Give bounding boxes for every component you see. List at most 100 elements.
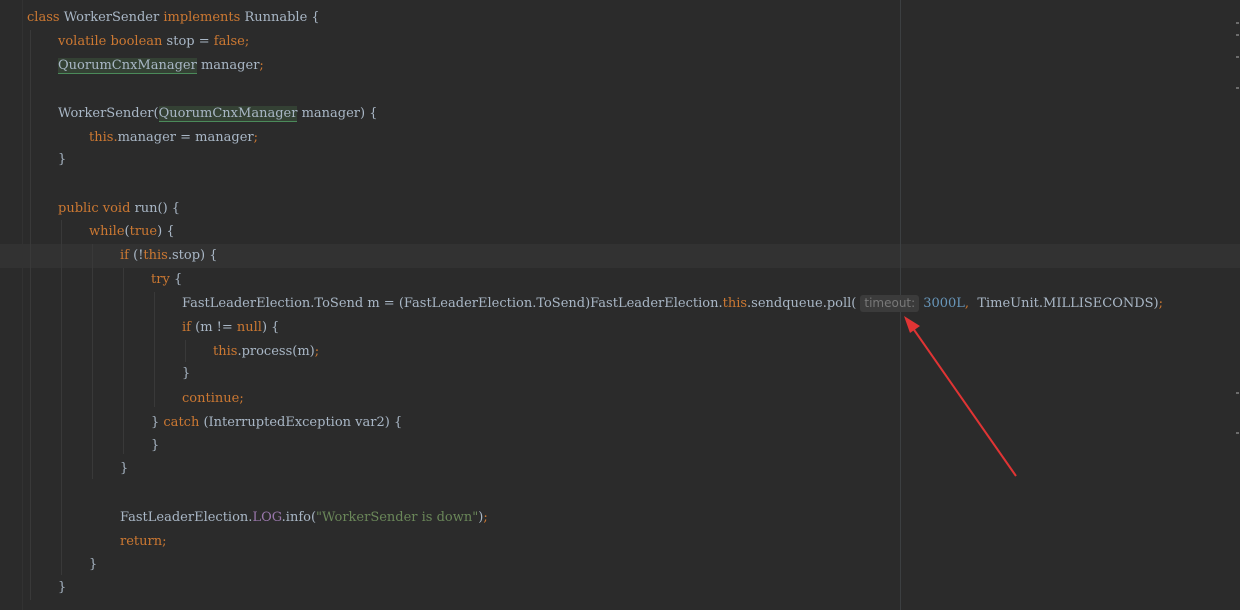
code-editor[interactable]: class WorkerSender implements Runnable {…	[0, 0, 1240, 610]
keyword: implements	[163, 10, 241, 25]
code-text: .sendqueue.poll(	[747, 296, 857, 311]
indent-guide	[61, 220, 62, 575]
keyword: return	[120, 534, 163, 549]
code-line[interactable]: class WorkerSender implements Runnable {	[27, 6, 320, 30]
scroll-marker	[1236, 34, 1239, 36]
code-line[interactable]: return;	[120, 530, 166, 554]
keyword: catch	[163, 415, 200, 430]
code-text: .process(m)	[237, 344, 315, 359]
semicolon: ;	[253, 130, 258, 145]
code-line[interactable]: }	[120, 457, 128, 481]
code-text: .info(	[281, 510, 317, 525]
keyword: this	[89, 130, 114, 145]
code-text: ) {	[157, 224, 175, 239]
code-line[interactable]: public void run() {	[58, 197, 180, 221]
code-line[interactable]: }	[58, 148, 66, 172]
code-text: (InterruptedException var2) {	[203, 415, 403, 430]
static-field: LOG	[252, 510, 282, 525]
code-line[interactable]: }	[89, 553, 97, 577]
brace: {	[173, 272, 183, 287]
code-line[interactable]: continue;	[182, 387, 244, 411]
scroll-marker	[1236, 392, 1239, 394]
code-text: (!	[133, 248, 144, 263]
brace: {	[311, 10, 320, 25]
code-line[interactable]: while(true) {	[89, 220, 175, 244]
keyword: void	[102, 201, 131, 216]
operator: =	[198, 34, 210, 49]
indent-guide	[92, 244, 93, 479]
constructor-name: WorkerSender	[58, 106, 154, 121]
code-text: .stop) {	[167, 248, 218, 263]
highlighted-type: QuorumCnxManager	[58, 58, 197, 74]
code-text: manager) {	[301, 106, 378, 121]
code-text: TimeUnit.MILLISECONDS)	[977, 296, 1159, 311]
class-name: WorkerSender	[63, 10, 160, 25]
semicolon: ;	[162, 534, 167, 549]
code-line[interactable]: if (!this.stop) {	[120, 244, 218, 268]
code-line[interactable]: FastLeaderElection.ToSend m = (FastLeade…	[182, 292, 1163, 316]
keyword: volatile	[58, 34, 107, 49]
brace: }	[182, 366, 191, 381]
scroll-marker	[1236, 432, 1239, 434]
brace: }	[151, 415, 164, 430]
identifier: stop	[166, 34, 195, 49]
keyword: class	[27, 10, 60, 25]
semicolon: ;	[483, 510, 488, 525]
keyword: true	[129, 224, 158, 239]
gutter-edge	[22, 0, 23, 610]
interface-name: Runnable	[244, 10, 308, 25]
paren: (	[153, 106, 159, 121]
scroll-marker	[1236, 56, 1239, 58]
code-text: FastLeaderElection.	[120, 510, 253, 525]
semicolon: ;	[244, 34, 250, 49]
number-literal: 3000L	[923, 296, 965, 311]
code-line[interactable]: this.process(m);	[213, 340, 319, 364]
indent-guide	[185, 340, 186, 362]
brace: }	[151, 438, 160, 453]
keyword: this	[213, 344, 238, 359]
keyword: if	[182, 320, 191, 335]
code-line[interactable]: } catch (InterruptedException var2) {	[151, 411, 402, 435]
semicolon: ;	[314, 344, 320, 359]
keyword: if	[120, 248, 129, 263]
scroll-marker	[1236, 22, 1239, 24]
keyword: continue	[182, 391, 240, 406]
code-text: (m !=	[195, 320, 237, 335]
brace: }	[120, 461, 129, 476]
code-line[interactable]: }	[182, 362, 190, 386]
keyword: while	[89, 224, 125, 239]
keyword: null	[236, 320, 262, 335]
keyword: this	[722, 296, 748, 311]
keyword: try	[151, 272, 170, 287]
indent-guide	[30, 30, 31, 600]
keyword: this	[143, 248, 168, 263]
code-line[interactable]: QuorumCnxManager manager;	[58, 54, 264, 78]
code-line[interactable]: }	[151, 434, 159, 458]
code-text: ) {	[261, 320, 280, 335]
brace: }	[58, 152, 67, 167]
scrollbar-markers[interactable]	[1234, 0, 1240, 610]
code-line[interactable]: WorkerSender(QuorumCnxManager manager) {	[58, 102, 377, 126]
code-line[interactable]: FastLeaderElection.LOG.info("WorkerSende…	[120, 506, 488, 530]
code-text: FastLeaderElection.ToSend m = (FastLeade…	[182, 296, 723, 311]
keyword: boolean	[110, 34, 163, 49]
code-line[interactable]: if (m != null) {	[182, 316, 279, 340]
semicolon: ;	[239, 391, 244, 406]
indent-guide	[154, 292, 155, 407]
code-line[interactable]: this.manager = manager;	[89, 126, 258, 150]
semicolon: ;	[1158, 296, 1164, 311]
string-literal: "WorkerSender is down"	[316, 510, 479, 525]
code-text: run() {	[134, 201, 181, 216]
code-line[interactable]: try {	[151, 268, 182, 292]
identifier: manager	[200, 58, 260, 73]
parameter-hint: timeout:	[860, 295, 920, 312]
code-line[interactable]: }	[58, 576, 66, 600]
brace: }	[89, 557, 98, 572]
comma: ,	[964, 296, 970, 311]
code-text: manager = manager	[117, 130, 254, 145]
keyword: false	[213, 34, 245, 49]
code-line[interactable]: volatile boolean stop = false;	[58, 30, 249, 54]
semicolon: ;	[259, 58, 264, 73]
brace: }	[58, 580, 67, 595]
scroll-marker	[1236, 87, 1239, 89]
